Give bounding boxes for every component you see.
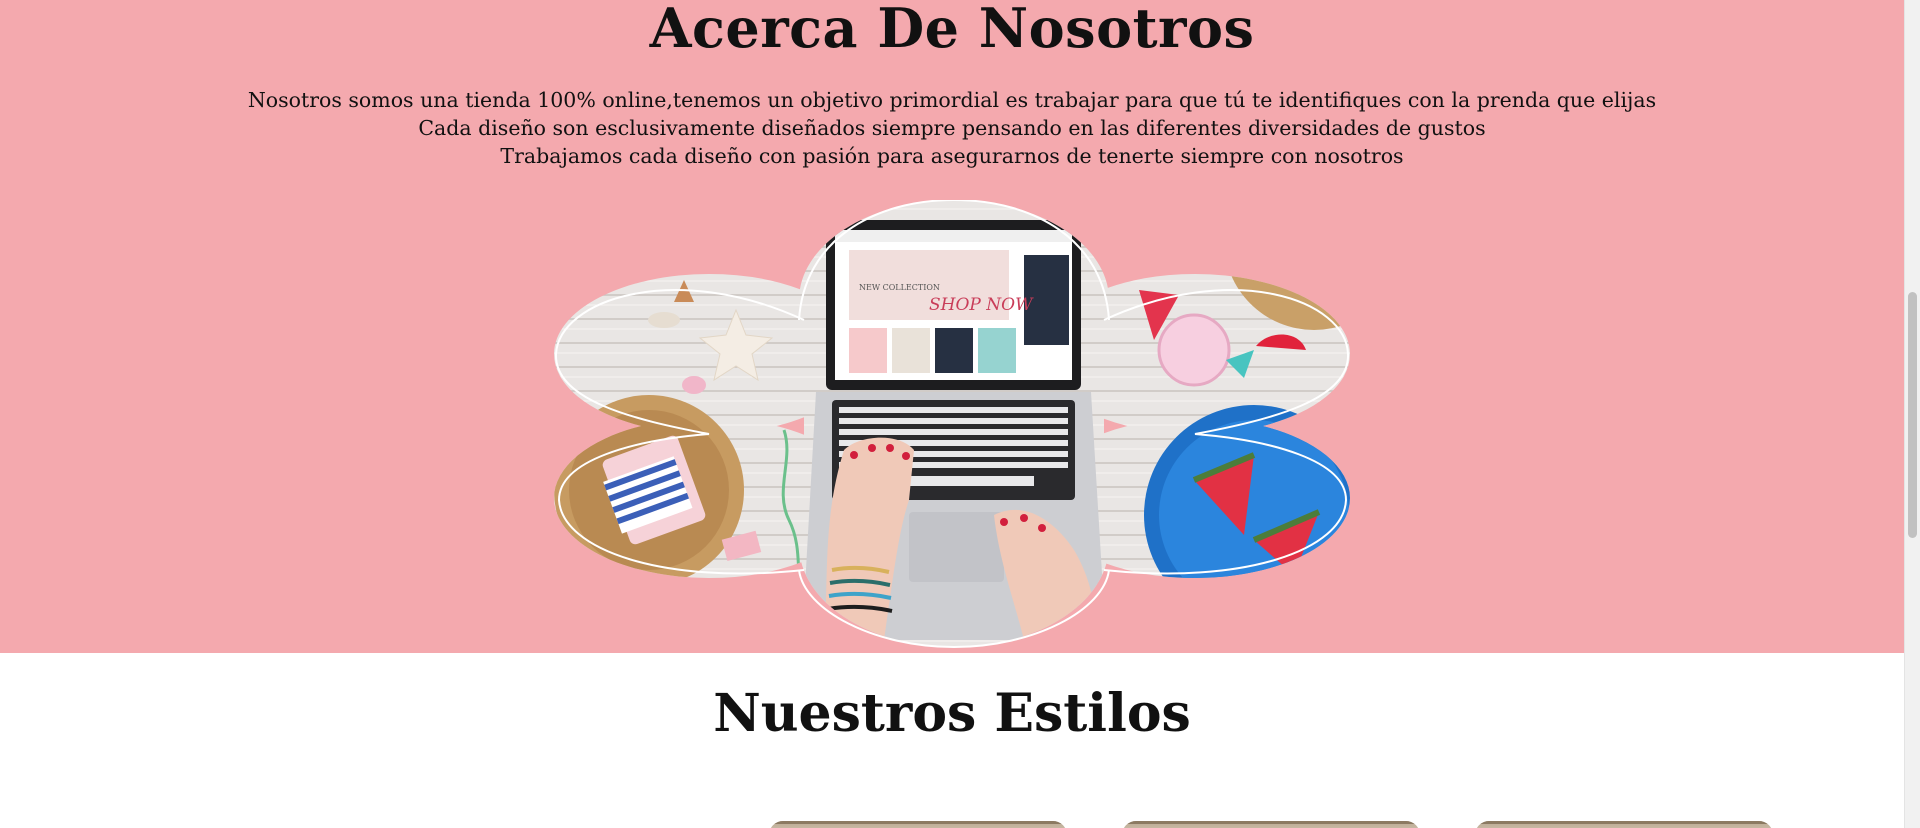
about-line-3: Trabajamos cada diseño con pasión para a…: [500, 144, 1404, 168]
about-section: Acerca De Nosotros Nosotros somos una ti…: [0, 0, 1904, 653]
style-card-2[interactable]: [1122, 821, 1420, 828]
style-card-3[interactable]: [1475, 821, 1773, 828]
scrollbar-thumb[interactable]: [1908, 292, 1917, 538]
about-description: Nosotros somos una tienda 100% online,te…: [0, 86, 1904, 170]
about-flower-image: NEW COLLECTION SHOP NOW: [554, 200, 1350, 648]
screen-new-collection-text: NEW COLLECTION: [859, 283, 940, 292]
styles-section: Nuestros Estilos: [0, 653, 1904, 828]
style-card-1[interactable]: [769, 821, 1067, 828]
about-line-2: Cada diseño son esclusivamente diseñados…: [418, 116, 1486, 140]
page: Acerca De Nosotros Nosotros somos una ti…: [0, 0, 1904, 828]
about-line-1: Nosotros somos una tienda 100% online,te…: [247, 88, 1657, 112]
vertical-scrollbar[interactable]: [1904, 0, 1920, 828]
about-title: Acerca De Nosotros: [649, 0, 1255, 60]
styles-title: Nuestros Estilos: [713, 683, 1191, 744]
screen-shop-now-text: SHOP NOW: [929, 295, 1034, 315]
